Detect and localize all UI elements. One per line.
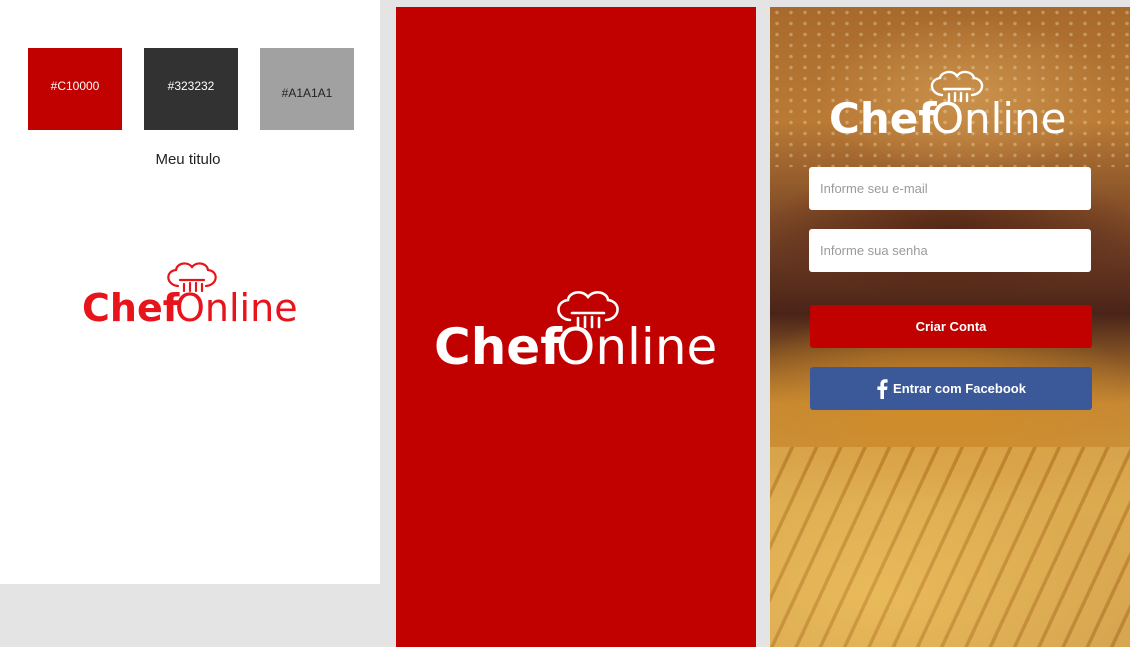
facebook-login-label: Entrar com Facebook bbox=[893, 381, 1026, 396]
color-swatch-dark: #323232 bbox=[144, 48, 238, 130]
color-swatch-gray: #A1A1A1 bbox=[260, 48, 354, 130]
fries-background-image bbox=[770, 447, 1130, 647]
logo-text-online: Online bbox=[556, 318, 717, 372]
email-field[interactable] bbox=[809, 167, 1091, 210]
create-account-button[interactable]: Criar Conta bbox=[810, 305, 1092, 348]
logo-text-online: Online bbox=[175, 286, 298, 328]
logo-text-chef: Chef bbox=[434, 318, 563, 372]
chefonline-logo-white: Chef Online bbox=[827, 67, 1075, 144]
color-swatch-label: #323232 bbox=[167, 79, 215, 93]
title-sample: Meu titulo bbox=[155, 151, 221, 168]
login-screen: Chef Online Criar Conta Entrar com Faceb… bbox=[770, 7, 1130, 647]
logo-text-chef: Chef bbox=[82, 286, 180, 328]
chefonline-logo-red: Chef Online bbox=[80, 258, 298, 333]
facebook-login-button[interactable]: Entrar com Facebook bbox=[810, 367, 1092, 410]
chefonline-logo-white: Chef Online bbox=[432, 286, 724, 377]
color-swatch-label: #A1A1A1 bbox=[281, 86, 333, 100]
color-swatch-red: #C10000 bbox=[28, 48, 122, 130]
color-swatch-label: #C10000 bbox=[50, 79, 100, 93]
logo-text-online: Online bbox=[931, 94, 1066, 139]
style-guide-panel: #C10000 #323232 #A1A1A1 Meu titulo Chef … bbox=[0, 0, 380, 584]
logo-text-chef: Chef bbox=[829, 94, 937, 139]
password-field[interactable] bbox=[809, 229, 1091, 272]
facebook-icon bbox=[877, 378, 888, 399]
create-account-label: Criar Conta bbox=[915, 319, 987, 334]
